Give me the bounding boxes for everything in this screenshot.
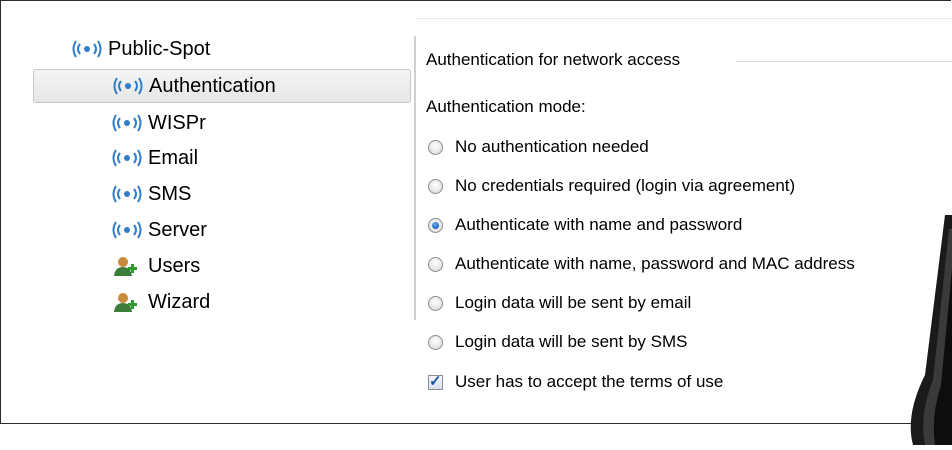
checkmark-icon: ✓ [429, 372, 442, 390]
tree-item-label: SMS [148, 182, 192, 205]
tree-item-sms[interactable]: SMS [112, 177, 191, 211]
radio-name-password[interactable]: Authenticate with name and password [428, 211, 742, 239]
tree-item-server[interactable]: Server [112, 213, 207, 247]
radio-label: Login data will be sent by SMS [455, 332, 688, 351]
group-divider [736, 61, 952, 62]
tree-item-email[interactable]: Email [112, 141, 198, 175]
radio-label: No authentication needed [455, 137, 649, 156]
tree-item-label: WISPr [148, 111, 206, 134]
radio-label: Authenticate with name, password and MAC… [455, 254, 855, 273]
radio-login-sms[interactable]: Login data will be sent by SMS [428, 328, 687, 356]
splitter[interactable] [414, 36, 416, 320]
user-add-icon [112, 291, 142, 313]
radio-login-email[interactable]: Login data will be sent by email [428, 289, 691, 317]
phone-device-image [905, 215, 952, 445]
radio-button[interactable] [428, 295, 443, 311]
radio-button[interactable] [428, 178, 443, 194]
tree-item-authentication[interactable]: Authentication [33, 69, 411, 103]
radio-label: Login data will be sent by email [455, 293, 692, 312]
radio-no-credentials[interactable]: No credentials required (login via agree… [428, 172, 795, 200]
wifi-icon [112, 219, 142, 241]
radio-label: Authenticate with name and password [455, 215, 743, 234]
terms-checkbox[interactable]: ✓ [428, 372, 443, 390]
radio-button-selected[interactable] [428, 217, 443, 233]
authentication-mode-label: Authentication mode: [426, 97, 586, 116]
terms-checkbox-row[interactable]: ✓ User has to accept the terms of use [428, 368, 723, 396]
radio-button[interactable] [428, 139, 443, 155]
tree-item-label: Users [148, 254, 201, 277]
radio-button[interactable] [428, 256, 443, 272]
navigation-tree: Public-Spot Authentication WISPr Email S… [0, 0, 414, 424]
radio-no-authentication[interactable]: No authentication needed [428, 133, 649, 161]
user-add-icon [112, 255, 142, 277]
tree-item-users[interactable]: Users [112, 249, 200, 283]
radio-button[interactable] [428, 334, 443, 350]
wifi-icon [112, 112, 142, 134]
tree-item-public-spot[interactable]: Public-Spot [72, 32, 210, 66]
tree-item-label: Server [148, 218, 207, 241]
wifi-icon [112, 183, 142, 205]
terms-label: User has to accept the terms of use [455, 372, 724, 391]
wifi-icon [112, 147, 142, 169]
wifi-icon [113, 75, 143, 97]
group-title: Authentication for network access [426, 50, 685, 70]
tree-item-label: Authentication [149, 74, 276, 97]
tree-item-wispr[interactable]: WISPr [112, 106, 206, 140]
settings-panel: Authentication for network access Authen… [426, 0, 952, 424]
wifi-icon [72, 38, 102, 60]
tree-item-wizard[interactable]: Wizard [112, 285, 210, 319]
radio-label: No credentials required (login via agree… [455, 176, 796, 195]
radio-name-password-mac[interactable]: Authenticate with name, password and MAC… [428, 250, 855, 278]
tree-item-label: Public-Spot [108, 37, 211, 60]
tree-item-label: Wizard [148, 290, 211, 313]
tree-item-label: Email [148, 146, 199, 169]
